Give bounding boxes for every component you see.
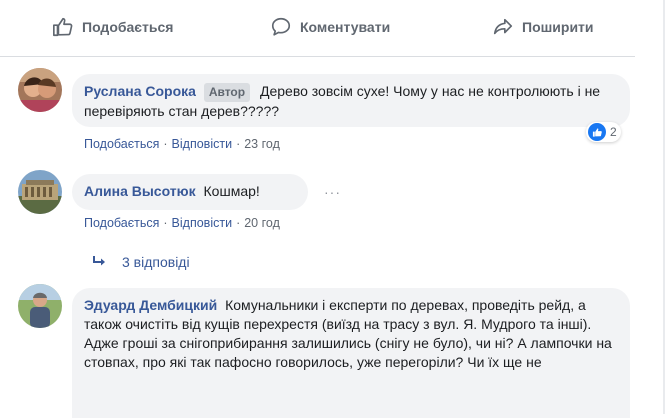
divider bbox=[0, 56, 635, 57]
comment-author[interactable]: Алина Высотюк bbox=[84, 183, 196, 199]
comment-bubble: Руслана Сорока Автор Дерево зовсім сухе!… bbox=[72, 74, 630, 127]
reply-link[interactable]: Відповісти bbox=[172, 137, 233, 151]
share-arrow-icon bbox=[493, 18, 513, 35]
comment-bubble: Алина Высотюк Кошмар! bbox=[72, 174, 308, 210]
speech-bubble-icon bbox=[271, 17, 291, 36]
reply-link[interactable]: Відповісти bbox=[172, 216, 233, 230]
author-badge: Автор bbox=[203, 83, 251, 102]
like-button[interactable]: Подобається bbox=[52, 16, 173, 38]
like-link[interactable]: Подобається bbox=[84, 216, 159, 230]
like-reaction-icon bbox=[588, 123, 606, 141]
separator-dot: · bbox=[236, 137, 241, 151]
separator-dot: · bbox=[163, 137, 168, 151]
comment-button[interactable]: Коментувати bbox=[270, 16, 390, 38]
user-photo-icon bbox=[18, 284, 62, 328]
replies-count: 3 відповіді bbox=[122, 254, 190, 270]
like-link[interactable]: Подобається bbox=[84, 137, 159, 151]
comment-author[interactable]: Руслана Сорока bbox=[84, 83, 196, 99]
share-label: Поширити bbox=[522, 19, 594, 35]
reaction-count[interactable]: 2 bbox=[586, 122, 621, 142]
building-photo-icon bbox=[18, 170, 62, 214]
reaction-number: 2 bbox=[610, 125, 617, 139]
comment-text: Кошмар! bbox=[203, 183, 260, 199]
comment-meta: Подобається · Відповісти · 20 год bbox=[84, 216, 280, 230]
comment-label: Коментувати bbox=[300, 19, 391, 35]
reply-arrow-icon bbox=[93, 256, 105, 266]
thumbs-up-icon bbox=[53, 17, 73, 37]
view-replies-link[interactable]: 3 відповіді bbox=[92, 254, 190, 270]
post-action-bar: Подобається Коментувати Поширити bbox=[0, 0, 665, 58]
comment-author[interactable]: Эдуард Дембицкий bbox=[84, 297, 217, 313]
separator-dot: · bbox=[163, 216, 168, 230]
comment-meta: Подобається · Відповісти · 23 год bbox=[84, 137, 280, 151]
comment-bubble: Эдуард Дембицкий Комунальники і експерти… bbox=[72, 288, 630, 418]
avatar[interactable] bbox=[18, 284, 62, 328]
comment-time[interactable]: 20 год bbox=[244, 216, 280, 230]
user-photo-icon bbox=[18, 68, 62, 112]
separator-dot: · bbox=[236, 216, 241, 230]
more-options-icon[interactable]: ··· bbox=[324, 184, 341, 200]
avatar[interactable] bbox=[18, 68, 62, 112]
like-label: Подобається bbox=[82, 19, 174, 35]
share-button[interactable]: Поширити bbox=[492, 16, 594, 38]
comment-time[interactable]: 23 год bbox=[244, 137, 280, 151]
avatar[interactable] bbox=[18, 170, 62, 214]
